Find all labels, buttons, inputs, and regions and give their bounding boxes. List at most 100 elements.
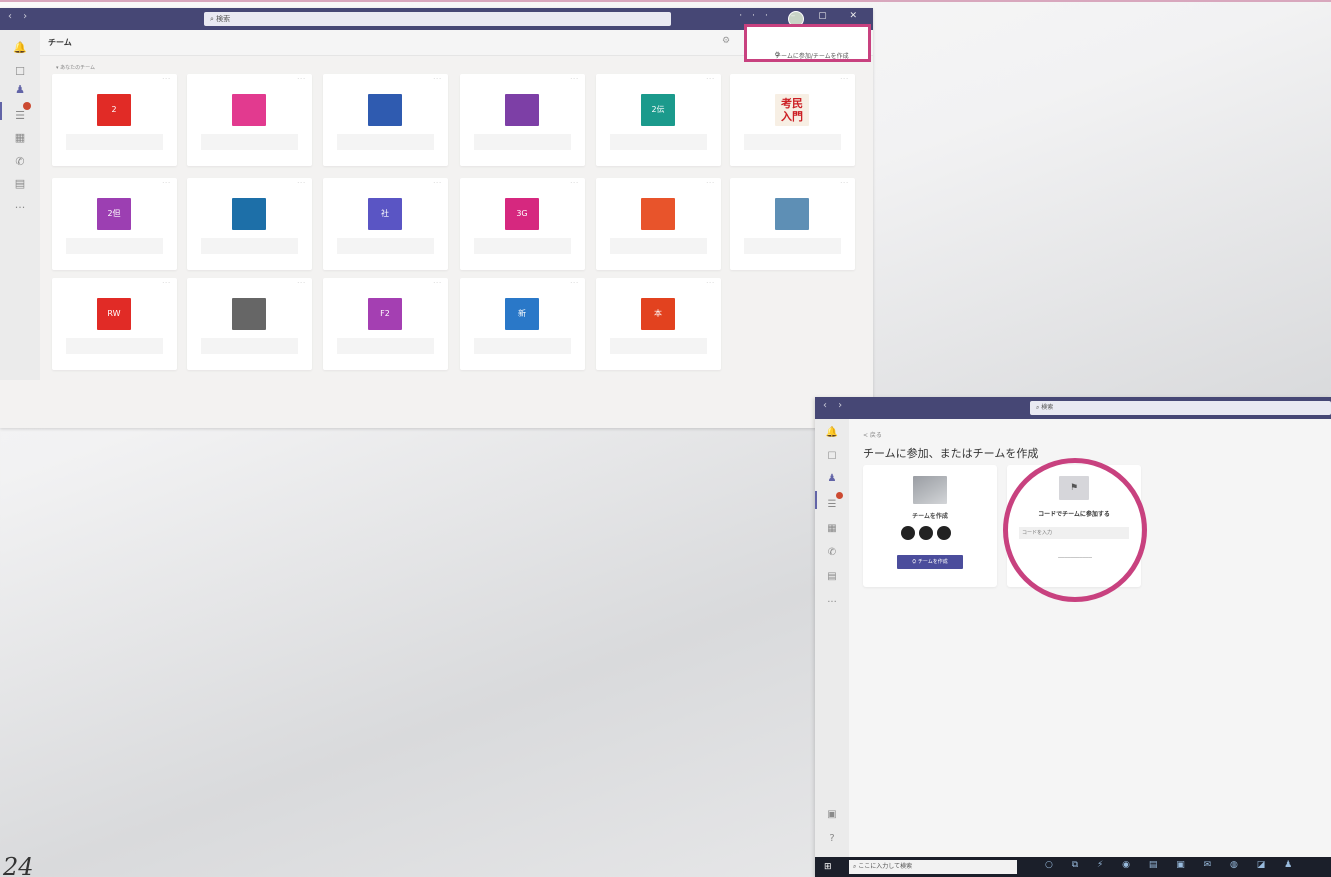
- team-code-icon: ⚑: [1059, 476, 1089, 500]
- gear-icon[interactable]: ⚙: [722, 36, 730, 46]
- team-icon: [775, 198, 809, 230]
- activity-icon[interactable]: 🔔: [11, 40, 29, 56]
- create-team-card[interactable]: チームを作成 ⛭ チームを作成: [863, 465, 997, 587]
- taskbar-search[interactable]: ⌕ ここに入力して検索: [849, 860, 1017, 874]
- team-card[interactable]: ···: [596, 178, 721, 270]
- back-link[interactable]: < 戻る: [863, 430, 882, 439]
- more-options-icon[interactable]: ···: [297, 180, 306, 187]
- page-title: チーム: [48, 38, 72, 47]
- team-card[interactable]: ··· F2: [323, 278, 448, 370]
- team-card[interactable]: ···: [730, 178, 855, 270]
- active-indicator: [0, 102, 2, 120]
- team-icon: 2伝: [641, 94, 675, 126]
- join-create-team-button[interactable]: ⛭ チームに参加/チームを作成: [744, 24, 871, 62]
- teams-icon[interactable]: ♟: [823, 471, 841, 487]
- team-card[interactable]: ··· 2但: [52, 178, 177, 270]
- windows-taskbar: ⊞ ⌕ ここに入力して検索 ○ ⧉ ⚡ ◉ ▤ ▣ ✉ ◍ ◪ ♟: [815, 857, 1331, 877]
- teams-icon[interactable]: ♟: [11, 82, 29, 98]
- calendar-icon[interactable]: ▦: [11, 130, 29, 146]
- files-icon[interactable]: ▤: [823, 569, 841, 585]
- team-icon: 3G: [505, 198, 539, 230]
- team-icon: 考民入門: [775, 94, 809, 126]
- more-options-icon[interactable]: ···: [433, 280, 442, 287]
- help-icon[interactable]: ?: [823, 831, 841, 847]
- more-options-icon[interactable]: ···: [433, 76, 442, 83]
- team-card[interactable]: ··· 3G: [460, 178, 585, 270]
- team-name: [610, 134, 707, 150]
- create-team-illustration: [913, 476, 947, 504]
- assignments-icon[interactable]: ☰: [11, 108, 29, 124]
- more-options-icon[interactable]: ···: [297, 280, 306, 287]
- team-code-input[interactable]: [1019, 527, 1129, 539]
- more-options-icon[interactable]: ···: [570, 180, 579, 187]
- app-rail: 🔔 ☐ ♟ ☰ ▦ ✆ ▤ ··· ▣ ?: [0, 30, 40, 428]
- more-options-icon[interactable]: ···: [840, 180, 849, 187]
- team-name: [474, 134, 571, 150]
- team-name: [474, 338, 571, 354]
- team-icon: 本: [641, 298, 675, 330]
- calls-icon[interactable]: ✆: [11, 154, 29, 170]
- team-icon: 新: [505, 298, 539, 330]
- more-options-icon[interactable]: ···: [706, 180, 715, 187]
- team-name: [66, 338, 163, 354]
- team-icon: F2: [368, 298, 402, 330]
- avatar-dots: [901, 525, 961, 540]
- chat-icon[interactable]: ☐: [823, 449, 841, 465]
- calendar-icon[interactable]: ▦: [823, 521, 841, 537]
- team-icon: 2: [97, 94, 131, 126]
- more-options-icon[interactable]: ···: [162, 76, 171, 83]
- section-label[interactable]: ▾ あなたのチーム: [56, 64, 95, 71]
- team-card[interactable]: ··· 2: [52, 74, 177, 166]
- team-card[interactable]: ··· RW: [52, 278, 177, 370]
- team-icon: [368, 94, 402, 126]
- team-icon: [641, 198, 675, 230]
- search-input[interactable]: ⌕ 検索: [1030, 401, 1331, 415]
- team-name: [610, 238, 707, 254]
- taskbar-apps[interactable]: ○ ⧉ ⚡ ◉ ▤ ▣ ✉ ◍ ◪ ♟: [1045, 860, 1300, 870]
- files-icon[interactable]: ▤: [11, 176, 29, 192]
- team-card[interactable]: ··· 本: [596, 278, 721, 370]
- more-apps-icon[interactable]: ···: [823, 595, 841, 611]
- more-options-icon[interactable]: ···: [570, 76, 579, 83]
- more-options-icon[interactable]: ···: [162, 180, 171, 187]
- more-options-icon[interactable]: ···: [840, 76, 849, 83]
- calls-icon[interactable]: ✆: [823, 545, 841, 561]
- back-forward-icon[interactable]: ‹ ›: [823, 400, 846, 411]
- team-name: [66, 238, 163, 254]
- more-options-icon[interactable]: ···: [570, 280, 579, 287]
- team-card[interactable]: ···: [323, 74, 448, 166]
- page-number: 24: [3, 853, 34, 877]
- windows-start-icon[interactable]: ⊞: [824, 862, 832, 872]
- team-card[interactable]: ···: [460, 74, 585, 166]
- team-name: [744, 238, 841, 254]
- team-name: [474, 238, 571, 254]
- more-options-icon[interactable]: ···: [706, 280, 715, 287]
- team-card[interactable]: ··· 考民入門: [730, 74, 855, 166]
- assignments-icon[interactable]: ☰: [823, 497, 841, 513]
- activity-icon[interactable]: 🔔: [823, 425, 841, 441]
- title-bar: ‹ › ⌕ 検索: [815, 397, 1331, 419]
- window-controls[interactable]: ··· – ▢ ✕: [739, 11, 867, 21]
- app-rail: 🔔 ☐ ♟ ☰ ▦ ✆ ▤ ··· ▣ ?: [815, 419, 849, 877]
- create-team-button[interactable]: ⛭ チームを作成: [897, 555, 963, 569]
- more-apps-icon[interactable]: ···: [11, 200, 29, 216]
- chat-icon[interactable]: ☐: [11, 64, 29, 80]
- more-options-icon[interactable]: ···: [297, 76, 306, 83]
- page-top-rule: [0, 0, 1331, 2]
- team-name: [66, 134, 163, 150]
- team-card[interactable]: ···: [187, 74, 312, 166]
- team-card[interactable]: ···: [187, 278, 312, 370]
- team-name: [201, 134, 298, 150]
- team-card[interactable]: ··· 2伝: [596, 74, 721, 166]
- more-options-icon[interactable]: ···: [433, 180, 442, 187]
- team-card[interactable]: ···: [187, 178, 312, 270]
- team-card[interactable]: ··· 新: [460, 278, 585, 370]
- search-input[interactable]: ⌕ 検索: [204, 12, 671, 26]
- team-card[interactable]: ··· 社: [323, 178, 448, 270]
- team-name: [337, 338, 434, 354]
- apps-icon[interactable]: ▣: [823, 807, 841, 823]
- back-forward-icon[interactable]: ‹ ›: [8, 11, 31, 22]
- more-options-icon[interactable]: ···: [162, 280, 171, 287]
- team-icon: 2但: [97, 198, 131, 230]
- more-options-icon[interactable]: ···: [706, 76, 715, 83]
